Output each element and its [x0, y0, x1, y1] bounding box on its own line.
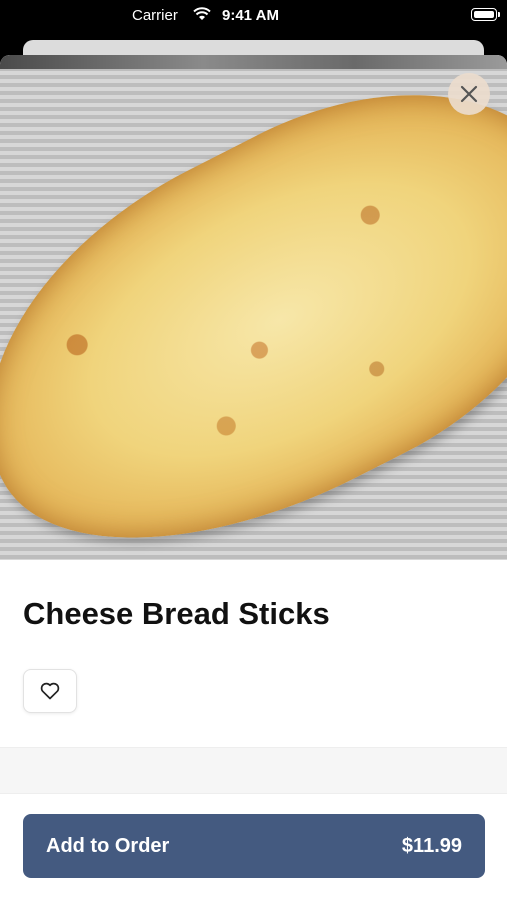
- favorite-button[interactable]: [23, 669, 77, 713]
- carrier-label: Carrier: [132, 7, 178, 24]
- photo-top-edge: [0, 55, 507, 69]
- close-icon: [460, 85, 478, 103]
- add-to-order-label: Add to Order: [46, 834, 170, 857]
- item-title: Cheese Bread Sticks: [23, 596, 330, 631]
- status-time: 9:41 AM: [222, 7, 279, 24]
- battery-icon: [471, 8, 500, 21]
- order-price: $11.99: [401, 834, 462, 857]
- cheese-bread-image: [0, 55, 507, 560]
- add-to-order-button[interactable]: Add to Order $11.99: [23, 814, 485, 878]
- item-detail-sheet: Cheese Bread Sticks Add to Order $11.99: [0, 55, 507, 900]
- section-divider: [0, 747, 507, 794]
- close-button[interactable]: [448, 73, 490, 115]
- status-bar: Carrier 9:41 AM: [0, 0, 507, 32]
- wifi-icon: [193, 7, 211, 20]
- item-photo: [0, 55, 507, 560]
- heart-icon: [40, 682, 60, 700]
